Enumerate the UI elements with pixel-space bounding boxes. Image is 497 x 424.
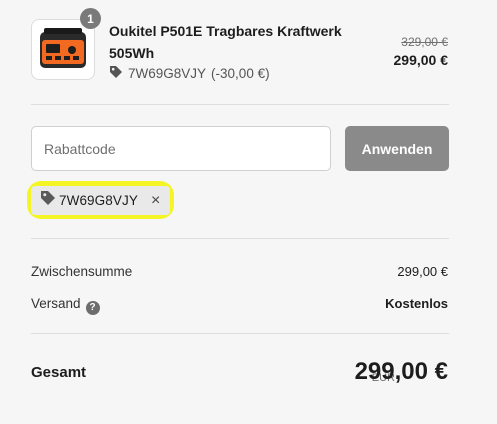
shipping-value: Kostenlos — [385, 296, 448, 311]
item-discount-amount: (-30,00 €) — [211, 66, 270, 81]
price-original: 329,00 € — [401, 35, 448, 49]
power-station-image — [40, 28, 86, 68]
divider — [31, 238, 449, 239]
quantity-badge: 1 — [80, 8, 101, 29]
divider — [31, 104, 449, 105]
total-value: 299,00 € — [354, 358, 448, 385]
subtotal-label: Zwischensumme — [31, 264, 133, 279]
help-icon[interactable]: ? — [85, 300, 100, 315]
price-final: 299,00 € — [393, 52, 449, 68]
subtotal-value: 299,00 € — [397, 264, 448, 279]
total-label: Gesamt — [31, 364, 87, 381]
apply-discount-button[interactable]: Anwenden — [345, 126, 449, 171]
shipping-label-row: Versand? — [31, 296, 100, 315]
applied-discount-chip: 7W69G8VJY × — [31, 186, 170, 215]
item-discount: 7W69G8VJY (-30,00 €) — [109, 65, 270, 82]
divider — [31, 333, 449, 334]
tag-icon — [109, 65, 123, 82]
applied-discount-code: 7W69G8VJY — [59, 193, 138, 208]
shipping-label: Versand — [31, 296, 81, 311]
tag-icon — [40, 190, 56, 211]
discount-code-input[interactable] — [31, 126, 331, 171]
remove-discount-icon[interactable]: × — [151, 192, 160, 209]
product-name: Oukitel P501E Tragbares Kraftwerk 505Wh — [109, 23, 342, 61]
item-discount-code: 7W69G8VJY — [128, 66, 207, 81]
